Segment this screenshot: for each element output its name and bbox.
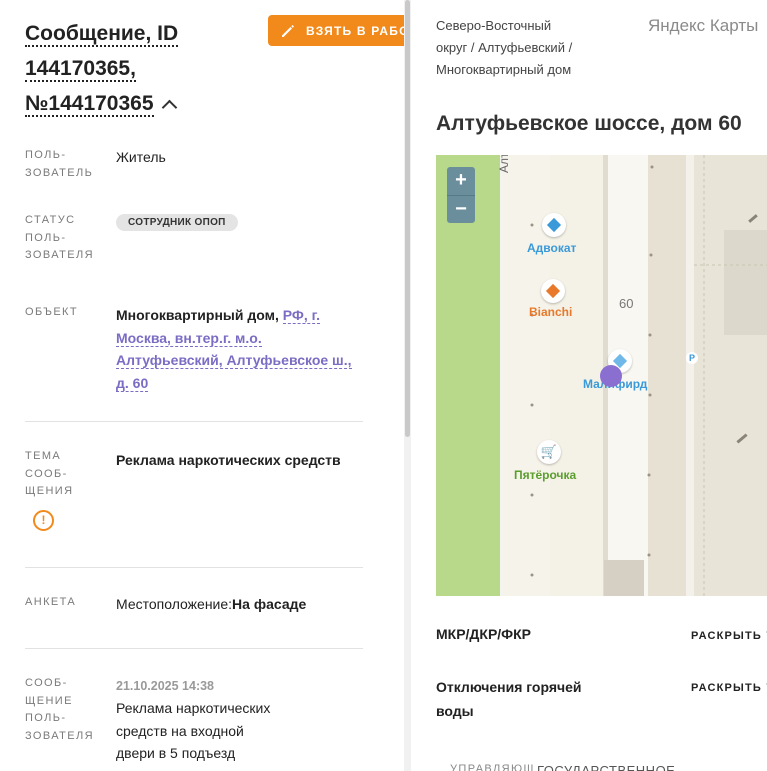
form-label: АНКЕТА xyxy=(25,596,77,608)
poi-label-pyaterochka[interactable]: Пятёрочка xyxy=(514,468,576,482)
street-label: Алту xyxy=(497,155,511,173)
zoom-in-button[interactable]: + xyxy=(447,167,475,195)
address-title: Алтуфьевское шоссе, дом 60 xyxy=(436,112,742,135)
object-panel: Северо-Восточный округ / Алтуфьевский / … xyxy=(411,0,767,771)
topic-label: ТЕМА СООБ- ЩЕНИЯ xyxy=(25,450,74,497)
message-timestamp: 21.10.2025 14:38 xyxy=(116,679,215,693)
map-view[interactable]: + − Алту 60 Адвокат Bianchi Малифирд 🛒 П… xyxy=(436,155,767,596)
user-label: ПОЛЬ- ЗОВАТЕЛЬ xyxy=(25,149,94,179)
object-value: Многоквартирный дом, РФ, г. Москва, вн.т… xyxy=(116,304,366,394)
breadcrumb-item[interactable]: Северо-Восточный xyxy=(436,18,551,33)
object-label: ОБЪЕКТ xyxy=(25,306,78,318)
take-to-work-button[interactable]: ВЗЯТЬ В РАБО xyxy=(268,15,404,46)
shop-poi-icon[interactable] xyxy=(541,279,565,303)
message-title: Сообщение, ID 144170365, №144170365 xyxy=(25,16,245,121)
take-to-work-label: ВЗЯТЬ В РАБО xyxy=(306,23,404,38)
message-title-prefix: Сообщение, ID xyxy=(25,22,179,47)
yandex-maps-link[interactable]: Яндекс Карты xyxy=(648,16,758,36)
divider xyxy=(25,648,363,649)
management-label: УПРАВЛЯЮЩ xyxy=(450,763,536,771)
topic-value: Реклама наркотических средств xyxy=(116,452,341,468)
house-number-label: 60 xyxy=(619,296,634,311)
object-address-link[interactable]: Алтуфьевский, Алтуфьевское ш., xyxy=(116,352,352,369)
chevron-up-icon[interactable] xyxy=(161,99,177,116)
location-marker-icon[interactable] xyxy=(600,365,622,387)
object-address-link[interactable]: д. 60 xyxy=(116,374,149,392)
user-value: Житель xyxy=(116,149,166,165)
divider xyxy=(25,421,363,422)
object-address-link[interactable]: РФ, г. xyxy=(282,307,320,324)
user-message-text: Реклама наркотических средств на входной д… xyxy=(116,700,271,761)
pencil-icon xyxy=(282,24,294,37)
lawyer-poi-icon[interactable] xyxy=(542,213,566,237)
divider xyxy=(25,567,363,568)
mkr-section-title: МКР/ДКР/ФКР xyxy=(436,626,532,642)
message-number: №144170365 xyxy=(25,92,154,117)
user-status-label: СТАТУС ПОЛЬ- ЗОВАТЕЛЯ xyxy=(25,214,94,261)
map-zoom-control: + − xyxy=(447,167,475,223)
cart-poi-icon[interactable]: 🛒 xyxy=(537,440,561,464)
message-details-panel: Сообщение, ID 144170365, №144170365 ВЗЯТ… xyxy=(0,0,404,771)
object-address-link[interactable]: Москва, вн.тер.г. м.о. xyxy=(116,329,262,347)
poi-label-advokat[interactable]: Адвокат xyxy=(527,241,576,255)
scrollbar-thumb[interactable] xyxy=(405,0,410,437)
expand-mkr-button[interactable]: РАСКРЫТЬ xyxy=(691,626,767,642)
breadcrumb: Северо-Восточный округ / Алтуфьевский / … xyxy=(436,15,626,81)
status-badge: СОТРУДНИК ОПОП xyxy=(116,214,238,231)
management-value: ГОСУДАРСТВЕННОЕ xyxy=(537,763,676,771)
breadcrumb-item[interactable]: округ / Алтуфьевский / xyxy=(436,40,572,55)
form-value: Местоположение:На фасаде xyxy=(116,596,307,612)
zoom-out-button[interactable]: − xyxy=(447,195,475,224)
object-type: Многоквартирный дом, xyxy=(116,307,279,323)
hot-water-section-title: Отключения горячей воды xyxy=(436,679,582,719)
user-message-label: СООБ- ЩЕНИЕ ПОЛЬ- ЗОВАТЕЛЯ xyxy=(25,677,94,742)
breadcrumb-item[interactable]: Многоквартирный дом xyxy=(436,62,571,77)
warning-icon: ! xyxy=(33,510,54,531)
message-id: 144170365, xyxy=(25,57,136,82)
expand-hot-water-button[interactable]: РАСКРЫТЬ xyxy=(691,678,767,694)
poi-label-bianchi[interactable]: Bianchi xyxy=(529,305,572,319)
parking-poi-icon[interactable]: P xyxy=(686,352,698,364)
